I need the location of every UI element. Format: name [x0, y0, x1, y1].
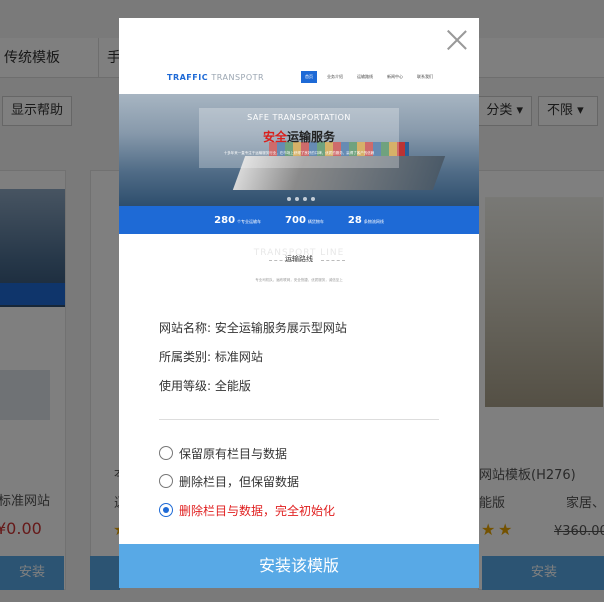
template-info: 网站名称: 安全运输服务展示型网站 所属类别: 标准网站 使用等级: 全能版 [159, 320, 347, 407]
radio-button-selected[interactable] [159, 503, 173, 517]
option-full-reset[interactable]: 删除栏目与数据，完全初始化 [159, 502, 335, 518]
hero-english-title: SAFE TRANSPORTATION [247, 113, 351, 122]
radio-button[interactable] [159, 446, 173, 460]
hero-title-highlight: 安全 [262, 130, 287, 144]
preview-menu: 首页 业务介绍 运输路线 新闻中心 联系我们 [301, 71, 437, 83]
option-label: 删除栏目，但保留数据 [179, 474, 300, 489]
preview-stat: 28 条物流网线 [348, 215, 384, 226]
preview-stats-bar: 280 个专业运输车 700 辆货物车 28 条物流网线 [119, 206, 479, 234]
preview-hero-image: SAFE TRANSPORTATION 安全运输服务 十多年来一直专注于运输服务… [119, 94, 479, 206]
install-template-button[interactable]: 安装该模版 [119, 544, 479, 588]
stat-number: 28 [347, 214, 362, 226]
close-icon[interactable] [447, 30, 467, 50]
preview-menu-item: 运输路线 [357, 74, 373, 79]
preview-section-title: TRANSPORT LINE 运输路线 专业司机队，遍布联网，安全快捷，优质服务… [119, 248, 479, 282]
divider [159, 419, 439, 420]
stat-number: 700 [285, 214, 306, 226]
stat-unit: 个专业运输车 [237, 218, 262, 224]
preview-logo-primary: TRAFFIC [167, 73, 209, 82]
option-label: 删除栏目与数据，完全初始化 [179, 503, 336, 518]
radio-button[interactable] [159, 474, 173, 488]
hero-description: 十多年来一直专注于运输服务行业，在市场上获得了良好的口碑，优质的服务，赢得了客户… [223, 151, 375, 155]
option-delete-columns-keep-data[interactable]: 删除栏目，但保留数据 [159, 473, 299, 489]
option-label: 保留原有栏目与数据 [179, 446, 288, 461]
stat-unit: 辆货物车 [307, 218, 324, 224]
carousel-dots [287, 197, 315, 201]
preview-nav: TRAFFIC TRANSPOTR 首页 业务介绍 运输路线 新闻中心 联系我们 [119, 66, 479, 92]
install-template-modal: TRAFFIC TRANSPOTR 首页 业务介绍 运输路线 新闻中心 联系我们… [119, 18, 479, 588]
site-name: 网站名称: 安全运输服务展示型网站 [159, 321, 347, 335]
usage-level: 使用等级: 全能版 [159, 379, 251, 393]
preview-menu-item: 首页 [301, 71, 317, 83]
preview-menu-item: 业务介绍 [327, 74, 343, 79]
preview-stat: 280 个专业运输车 [214, 215, 261, 226]
stat-number: 280 [214, 214, 236, 226]
hero-chinese-title: 安全运输服务 [199, 128, 399, 145]
preview-menu-item: 联系我们 [417, 74, 433, 79]
preview-stat: 700 辆货物车 [285, 215, 324, 226]
preview-menu-item: 新闻中心 [387, 74, 403, 79]
preview-logo: TRAFFIC TRANSPOTR [167, 73, 264, 82]
hero-title-rest: 运输服务 [287, 130, 336, 144]
site-category: 所属类别: 标准网站 [159, 350, 263, 364]
preview-logo-secondary: TRANSPOTR [211, 73, 265, 82]
template-preview: TRAFFIC TRANSPOTR 首页 业务介绍 运输路线 新闻中心 联系我们… [119, 66, 479, 292]
section-subtitle: 专业司机队，遍布联网，安全快捷，优质服务，诚信至上 [255, 278, 343, 282]
option-keep-data[interactable]: 保留原有栏目与数据 [159, 445, 287, 461]
preview-hero-caption: SAFE TRANSPORTATION 安全运输服务 十多年来一直专注于运输服务… [199, 108, 399, 168]
stat-unit: 条物流网线 [363, 218, 384, 224]
section-title: 运输路线 [285, 255, 313, 263]
